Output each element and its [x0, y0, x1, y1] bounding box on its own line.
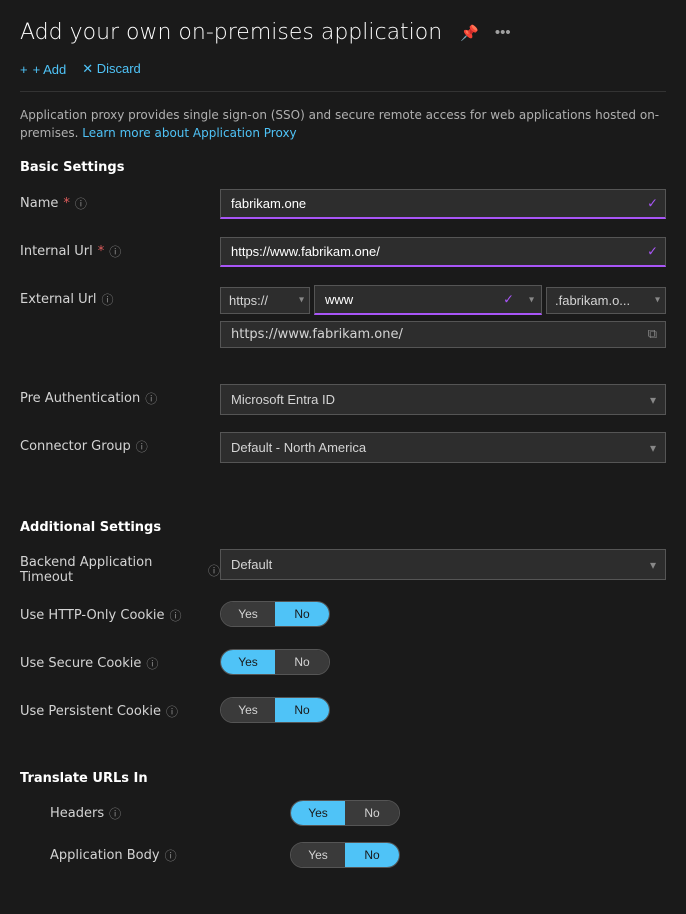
name-field-wrapper: ✓ — [220, 189, 666, 219]
pre-auth-dropdown-wrapper: Microsoft Entra ID ▾ — [220, 384, 666, 415]
add-button[interactable]: + + Add — [20, 62, 66, 77]
pre-auth-info-icon: ⓘ — [145, 390, 157, 407]
headers-yes-btn[interactable]: Yes — [291, 801, 345, 825]
pin-icon: 📌 — [460, 25, 479, 42]
connector-group-dropdown-wrapper: Default - North America ▾ — [220, 432, 666, 463]
page-title: Add your own on-premises application — [20, 20, 442, 45]
secure-cookie-row: Use Secure Cookie ⓘ Yes No — [20, 649, 666, 681]
persistent-cookie-label: Use Persistent Cookie ⓘ — [20, 697, 220, 720]
connector-group-label: Connector Group ⓘ — [20, 432, 220, 455]
headers-toggle: Yes No — [290, 800, 400, 826]
header-icons: 📌 ••• — [456, 22, 514, 44]
internal-url-info-icon: ⓘ — [109, 243, 121, 260]
app-body-yes-btn[interactable]: Yes — [291, 843, 345, 867]
connector-group-info-icon: ⓘ — [136, 438, 148, 455]
internal-url-required: * — [98, 244, 105, 259]
secure-cookie-yes-btn[interactable]: Yes — [221, 650, 275, 674]
subdomain-wrapper: ✓ ▾ — [314, 285, 542, 315]
headers-row: Headers ⓘ Yes No — [20, 800, 666, 826]
backend-timeout-dropdown-wrapper: Default ▾ — [220, 549, 666, 580]
persistent-cookie-row: Use Persistent Cookie ⓘ Yes No — [20, 697, 666, 729]
secure-cookie-toggle-group: Yes No — [220, 649, 666, 675]
http-only-toggle: Yes No — [220, 601, 330, 627]
more-button[interactable]: ••• — [491, 22, 515, 43]
domain-wrapper: .fabrikam.o... ▾ — [546, 285, 666, 315]
app-body-info-icon: ⓘ — [165, 847, 177, 864]
main-container: Add your own on-premises application 📌 •… — [0, 0, 686, 914]
persistent-cookie-info-icon: ⓘ — [166, 703, 178, 720]
translate-section: Translate URLs In Headers ⓘ Yes No Appli… — [20, 771, 666, 868]
secure-cookie-info-icon: ⓘ — [146, 655, 158, 672]
https-wrapper: https:// ▾ — [220, 285, 310, 315]
page-header: Add your own on-premises application 📌 •… — [20, 20, 666, 45]
external-url-display: https://www.fabrikam.one/ ⧉ — [220, 321, 666, 348]
name-label: Name * ⓘ — [20, 189, 220, 212]
app-body-toggle: Yes No — [290, 842, 400, 868]
pre-auth-label: Pre Authentication ⓘ — [20, 384, 220, 407]
persistent-cookie-toggle-group: Yes No — [220, 697, 666, 723]
name-input[interactable] — [220, 189, 666, 219]
http-only-no-btn[interactable]: No — [275, 602, 329, 626]
copy-icon[interactable]: ⧉ — [648, 327, 657, 342]
app-body-no-btn[interactable]: No — [345, 843, 399, 867]
connector-group-row: Connector Group ⓘ Default - North Americ… — [20, 432, 666, 464]
name-row: Name * ⓘ ✓ — [20, 189, 666, 221]
headers-no-btn[interactable]: No — [345, 801, 399, 825]
add-icon: + — [20, 62, 28, 77]
app-body-label: Application Body ⓘ — [50, 847, 290, 864]
backend-timeout-label: Backend Application Timeout ⓘ — [20, 549, 220, 585]
http-only-info-icon: ⓘ — [170, 607, 182, 624]
external-url-inputs: https:// ▾ ✓ ▾ .fabrikam.o... ▾ — [220, 285, 666, 315]
translate-section-title: Translate URLs In — [20, 771, 666, 786]
learn-more-link[interactable]: Learn more about Application Proxy — [82, 126, 296, 140]
internal-url-check-icon: ✓ — [647, 245, 658, 260]
name-required: * — [63, 196, 70, 211]
secure-cookie-label: Use Secure Cookie ⓘ — [20, 649, 220, 672]
ellipsis-icon: ••• — [495, 24, 511, 41]
external-url-control: https:// ▾ ✓ ▾ .fabrikam.o... ▾ https — [220, 285, 666, 348]
toolbar: + + Add ✕ Discard — [20, 61, 666, 92]
http-only-cookie-row: Use HTTP-Only Cookie ⓘ Yes No — [20, 601, 666, 633]
http-only-yes-btn[interactable]: Yes — [221, 602, 275, 626]
secure-cookie-toggle: Yes No — [220, 649, 330, 675]
discard-button[interactable]: ✕ Discard — [82, 61, 141, 77]
backend-timeout-row: Backend Application Timeout ⓘ Default ▾ — [20, 549, 666, 585]
internal-url-input[interactable] — [220, 237, 666, 267]
internal-url-row: Internal Url * ⓘ ✓ — [20, 237, 666, 269]
headers-info-icon: ⓘ — [109, 805, 121, 822]
app-body-row: Application Body ⓘ Yes No — [20, 842, 666, 868]
name-info-icon: ⓘ — [75, 195, 87, 212]
basic-settings-title: Basic Settings — [20, 160, 666, 175]
secure-cookie-no-btn[interactable]: No — [275, 650, 329, 674]
subdomain-check-icon: ✓ — [503, 293, 514, 308]
connector-group-dropdown[interactable]: Default - North America — [220, 432, 666, 463]
external-url-row: External Url ⓘ https:// ▾ ✓ ▾ .fab — [20, 285, 666, 348]
internal-url-field-wrapper: ✓ — [220, 237, 666, 267]
internal-url-label: Internal Url * ⓘ — [20, 237, 220, 260]
additional-settings-title: Additional Settings — [20, 520, 666, 535]
description-text: Application proxy provides single sign-o… — [20, 106, 666, 142]
persistent-cookie-toggle: Yes No — [220, 697, 330, 723]
domain-select[interactable]: .fabrikam.o... — [546, 287, 666, 314]
pin-button[interactable]: 📌 — [456, 22, 483, 44]
name-check-icon: ✓ — [647, 197, 658, 212]
https-select[interactable]: https:// — [220, 287, 310, 314]
http-only-toggle-group: Yes No — [220, 601, 666, 627]
pre-auth-dropdown[interactable]: Microsoft Entra ID — [220, 384, 666, 415]
persistent-cookie-no-btn[interactable]: No — [275, 698, 329, 722]
pre-auth-row: Pre Authentication ⓘ Microsoft Entra ID … — [20, 384, 666, 416]
persistent-cookie-yes-btn[interactable]: Yes — [221, 698, 275, 722]
external-url-info-icon: ⓘ — [102, 291, 114, 308]
backend-timeout-dropdown[interactable]: Default — [220, 549, 666, 580]
headers-label: Headers ⓘ — [50, 805, 290, 822]
backend-timeout-info-icon: ⓘ — [208, 562, 220, 579]
http-only-cookie-label: Use HTTP-Only Cookie ⓘ — [20, 601, 220, 624]
external-url-label: External Url ⓘ — [20, 285, 220, 308]
